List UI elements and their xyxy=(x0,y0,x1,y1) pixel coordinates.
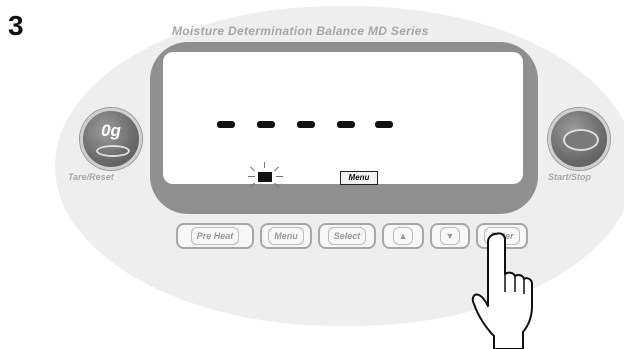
pre-heat-key[interactable]: Pre Heat xyxy=(176,223,254,249)
tare-reset-caption: Tare/Reset xyxy=(68,172,114,182)
select-key[interactable]: Select xyxy=(318,223,376,249)
menu-indicator: Menu xyxy=(340,171,378,185)
tare-reset-button[interactable]: 0g xyxy=(80,108,142,170)
pre-heat-label: Pre Heat xyxy=(190,227,240,245)
dash-segment xyxy=(337,121,355,128)
display-screen xyxy=(163,52,523,184)
pointing-hand-icon xyxy=(471,232,533,349)
up-arrow-icon: ▲ xyxy=(392,227,414,245)
blinking-indicator-icon xyxy=(244,160,284,190)
down-arrow-icon: ▼ xyxy=(439,227,461,245)
up-key[interactable]: ▲ xyxy=(382,223,424,249)
down-key[interactable]: ▼ xyxy=(430,223,470,249)
step-number: 3 xyxy=(8,10,24,41)
menu-key[interactable]: Menu xyxy=(260,223,312,249)
dash-segment xyxy=(297,121,315,128)
dash-segment xyxy=(217,121,235,128)
tare-label: 0g xyxy=(101,121,121,140)
dash-segment xyxy=(375,121,393,128)
dash-segment xyxy=(257,121,275,128)
pan-icon xyxy=(563,129,599,151)
select-key-label: Select xyxy=(327,227,367,245)
menu-key-label: Menu xyxy=(268,227,304,245)
start-stop-caption: Start/Stop xyxy=(548,172,592,182)
panel-title: Moisture Determination Balance MD Series xyxy=(172,24,429,38)
pan-icon xyxy=(96,145,130,157)
start-stop-button[interactable] xyxy=(548,108,610,170)
